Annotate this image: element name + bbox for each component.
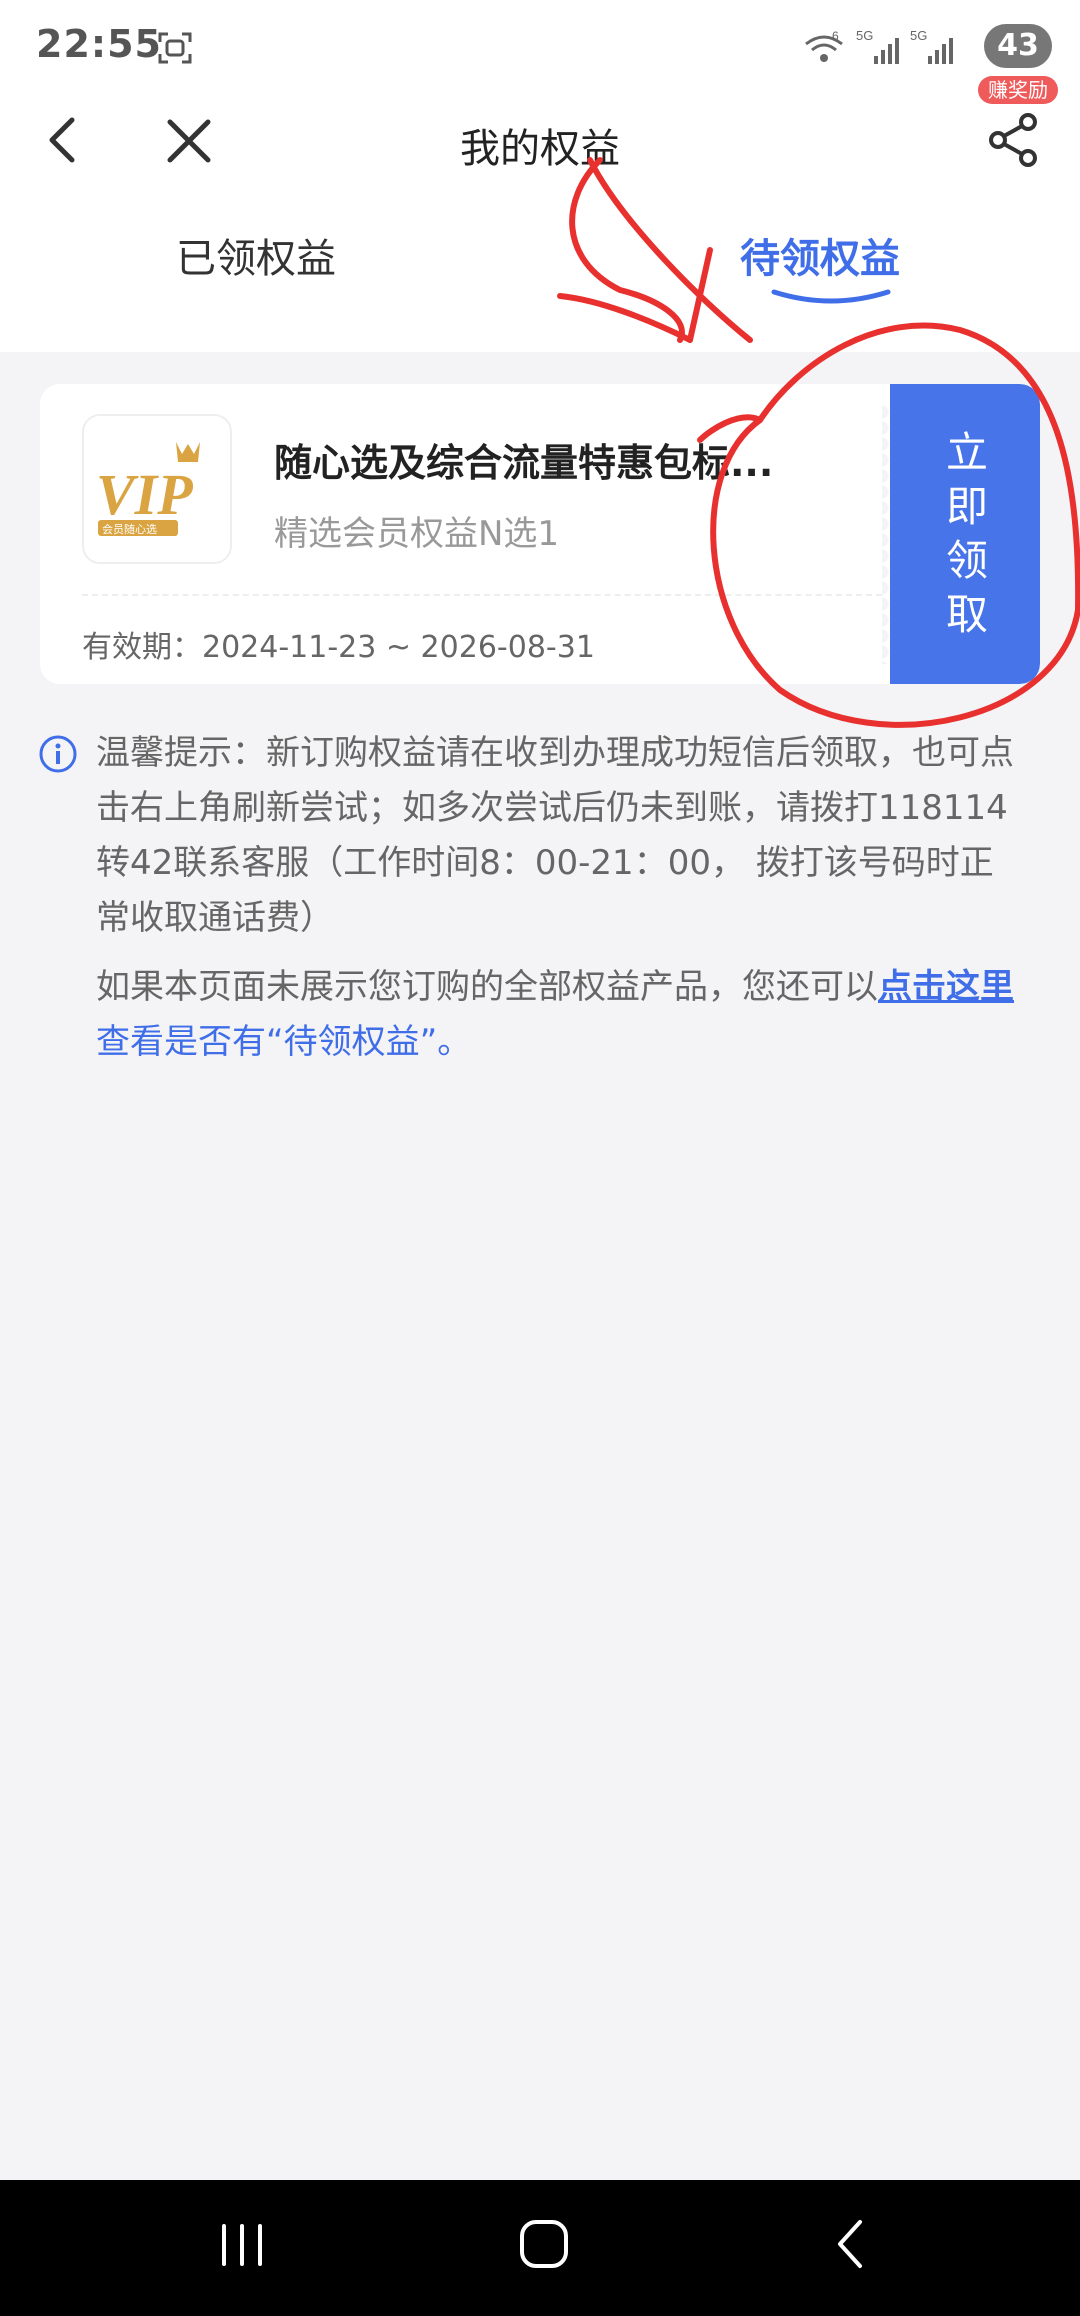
click-here-link[interactable]: 点击这里 [878, 967, 1014, 1007]
claim-now-label: 立即领取 [945, 428, 988, 639]
tip-text-2: 如果本页面未展示您订购的全部权益产品，您还可以点击这里查看是否有“待领权益”。 [96, 960, 1026, 1070]
home-icon[interactable] [518, 2216, 570, 2272]
system-back-icon[interactable] [830, 2216, 870, 2272]
vip-logo-caption: 会员随心选 [102, 522, 157, 536]
battery-indicator: 43 [984, 24, 1052, 68]
tab-claimed[interactable]: 已领权益 [176, 226, 336, 284]
claim-now-button[interactable]: 立即领取 [882, 384, 1040, 684]
page-title: 我的权益 [460, 126, 620, 172]
status-icons: 6 5G 5G 43 [802, 24, 1052, 72]
wifi-icon: 6 [805, 29, 843, 62]
vip-logo-graphic: VIP 会员随心选 [96, 442, 200, 536]
signal-label-2: 5G [910, 28, 927, 43]
tip2-prefix: 如果本页面未展示您订购的全部权益产品，您还可以 [96, 967, 878, 1007]
screen-record-icon [158, 32, 192, 64]
tip2-suffix: 查看是否有“待领权益”。 [96, 1022, 472, 1062]
wifi-label: 6 [832, 29, 839, 43]
recents-icon[interactable] [218, 2220, 266, 2270]
vip-logo-text: VIP [96, 462, 193, 527]
reward-badge[interactable]: 赚奖励 [978, 76, 1058, 104]
signal-icon-1: 5G [856, 28, 899, 64]
tip-text: 温馨提示：新订购权益请在收到办理成功短信后领取，也可点击右上角刷新尝试；如多次尝… [96, 733, 1014, 938]
share-icon[interactable] [986, 112, 1042, 168]
benefit-title: 随心选及综合流量特惠包标... [274, 441, 774, 485]
benefit-validity: 有效期：2024-11-23 ~ 2026-08-31 [82, 630, 595, 665]
vip-logo: VIP 会员随心选 [82, 414, 232, 564]
signal-icon-2: 5G [910, 28, 953, 64]
tab-active-indicator [771, 289, 891, 304]
benefit-subtitle: 精选会员权益N选1 [274, 514, 560, 554]
status-time: 22:55 [36, 22, 162, 66]
tab-pending[interactable]: 待领权益 [740, 226, 900, 284]
card-divider [82, 594, 882, 596]
benefit-card: VIP 会员随心选 随心选及综合流量特惠包标... 精选会员权益N选1 有效期：… [40, 384, 1040, 684]
status-bar: 22:55 6 5G 5G 43 [0, 0, 1080, 96]
system-nav-bar [0, 2180, 1080, 2316]
info-icon [39, 735, 77, 773]
signal-label-1: 5G [856, 28, 873, 43]
